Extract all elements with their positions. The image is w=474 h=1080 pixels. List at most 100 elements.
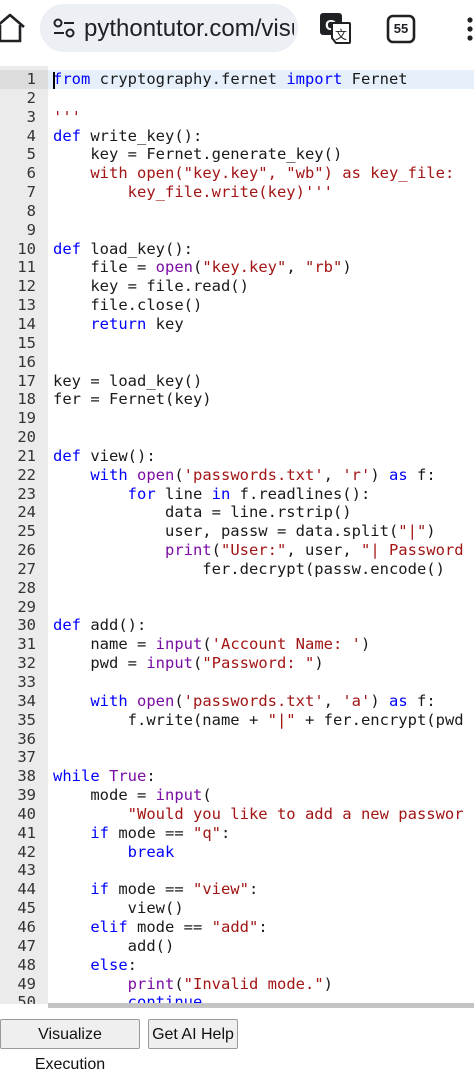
code-token: ) <box>314 654 324 673</box>
code-line[interactable]: 38 while True: <box>0 767 464 786</box>
line-number: 19 <box>17 409 36 428</box>
code-line[interactable]: 36 <box>0 730 464 749</box>
code-token: with open( <box>53 164 184 183</box>
line-number: 42 <box>17 842 36 861</box>
code-line[interactable]: 48 else: <box>0 956 464 975</box>
code-token: fer = Fernet(key) <box>53 390 212 409</box>
code-token: "add" <box>211 917 259 936</box>
code-line[interactable]: 30 def add(): <box>0 616 464 635</box>
code-token: 'a' <box>342 691 371 710</box>
code-token: "view" <box>192 880 249 899</box>
code-line[interactable]: 9 <box>0 221 464 240</box>
code-line[interactable]: 31 name = input('Account Name: ') <box>0 635 464 654</box>
get-ai-help-button[interactable]: Get AI Help <box>148 1019 238 1049</box>
code-text: break <box>53 843 175 862</box>
code-line[interactable]: 5 key = Fernet.generate_key() <box>0 145 464 164</box>
line-number: 17 <box>17 371 36 390</box>
code-line[interactable]: 16 <box>0 353 464 372</box>
code-token: import <box>286 70 352 88</box>
code-line[interactable]: 49 print("Invalid mode.") <box>0 975 464 994</box>
code-token: ( <box>174 691 184 710</box>
code-line[interactable]: 2 <box>0 89 464 108</box>
code-line[interactable]: 43 <box>0 861 464 880</box>
code-line[interactable]: 28 <box>0 579 464 598</box>
line-number: 15 <box>17 333 36 352</box>
code-line[interactable]: 4 def write_key(): <box>0 127 464 146</box>
tab-switcher-button[interactable]: 55 <box>386 14 416 44</box>
code-line[interactable]: 32 pwd = input("Password: ") <box>0 654 464 673</box>
code-line[interactable]: 12 key = file.read() <box>0 277 464 296</box>
code-token: print <box>127 974 175 993</box>
code-line[interactable]: 13 file.close() <box>0 296 464 315</box>
code-line[interactable]: 29 <box>0 598 464 617</box>
more-menu-icon[interactable] <box>458 12 474 46</box>
code-line[interactable]: 42 break <box>0 843 464 862</box>
line-number: 34 <box>17 691 36 710</box>
code-line[interactable]: 18 fer = Fernet(key) <box>0 390 464 409</box>
code-line[interactable]: 15 <box>0 334 464 353</box>
code-token: add(): <box>90 616 147 635</box>
code-line[interactable]: 6 with open("key.key", "wb") as key_file… <box>0 164 464 183</box>
code-line[interactable]: 41 if mode == "q": <box>0 824 464 843</box>
code-line[interactable]: 1 from cryptography.fernet import Fernet <box>0 70 464 89</box>
line-number: 36 <box>17 729 36 748</box>
code-text: with open('passwords.txt', 'a') as f: <box>53 691 435 711</box>
code-line[interactable]: 26 print("User:", user, "| Password <box>0 541 463 560</box>
site-settings-icon[interactable] <box>53 18 75 38</box>
code-token: "|" <box>267 710 296 729</box>
code-text: key_file.write(key)''' <box>53 183 333 202</box>
code-token: input <box>155 635 203 654</box>
code-line[interactable]: 27 fer.decrypt(passw.encode() <box>0 560 464 579</box>
code-line[interactable]: 3 ''' <box>0 108 464 127</box>
code-line[interactable]: 25 user, passw = data.split("|") <box>0 522 464 541</box>
code-line[interactable]: 24 data = line.rstrip() <box>0 503 464 522</box>
translate-icon[interactable]: G 文 <box>318 11 352 45</box>
code-token: ) <box>370 465 389 484</box>
code-line[interactable]: 39 mode = input( <box>0 786 464 805</box>
code-line[interactable]: 14 return key <box>0 315 464 334</box>
code-token: f: <box>417 465 436 484</box>
code-token: open <box>137 691 175 710</box>
code-line[interactable]: 17 key = load_key() <box>0 372 464 391</box>
code-line[interactable]: 11 file = open("key.key", "rb") <box>0 258 464 277</box>
code-text: key = file.read() <box>53 277 249 296</box>
line-number: 40 <box>17 804 36 823</box>
code-line[interactable]: 45 view() <box>0 899 464 918</box>
code-line[interactable]: 46 elif mode == "add": <box>0 918 464 937</box>
code-line[interactable]: 34 with open('passwords.txt', 'a') as f: <box>0 692 464 711</box>
code-line[interactable]: 47 add() <box>0 937 464 956</box>
code-line[interactable]: 20 <box>0 428 464 447</box>
code-line[interactable]: 8 <box>0 202 464 221</box>
code-line[interactable]: 40 "Would you like to add a new passwor <box>0 805 464 824</box>
code-line[interactable]: 44 if mode == "view": <box>0 880 464 899</box>
code-text: else: <box>53 956 137 975</box>
code-line[interactable]: 10 def load_key(): <box>0 240 464 259</box>
line-number: 1 <box>26 70 36 88</box>
code-token: as <box>389 691 417 710</box>
code-line[interactable]: 7 key_file.write(key)''' <box>0 183 464 202</box>
code-token: "User:" <box>221 541 287 560</box>
tab-count: 55 <box>393 21 409 36</box>
visualize-execution-button[interactable]: Visualize Execution <box>0 1019 140 1073</box>
code-line[interactable]: 19 <box>0 409 464 428</box>
code-line[interactable]: 23 for line in f.readlines(): <box>0 485 464 504</box>
line-number: 43 <box>17 861 36 880</box>
line-number: 16 <box>17 352 36 371</box>
code-line[interactable]: 37 <box>0 748 464 767</box>
code-line[interactable]: 35 f.write(name + "|" + fer.encrypt(pwd <box>0 711 464 730</box>
code-editor[interactable]: 1 from cryptography.fernet import Fernet 2… <box>0 66 474 1004</box>
code-line[interactable]: 22 with open('passwords.txt', 'r') as f: <box>0 466 464 485</box>
home-icon[interactable] <box>0 10 26 46</box>
address-bar[interactable]: pythontutor.com/visua <box>40 4 298 52</box>
code-text: data = line.rstrip() <box>53 503 352 522</box>
code-token: return <box>90 314 156 333</box>
horizontal-scrollbar[interactable] <box>48 1003 474 1008</box>
code-token: def <box>53 616 91 635</box>
code-line[interactable]: 21 def view(): <box>0 447 464 466</box>
code-token: def <box>53 239 91 258</box>
code-token: view(): <box>90 446 156 465</box>
line-number: 38 <box>17 767 36 786</box>
code-line[interactable]: 33 <box>0 673 464 692</box>
